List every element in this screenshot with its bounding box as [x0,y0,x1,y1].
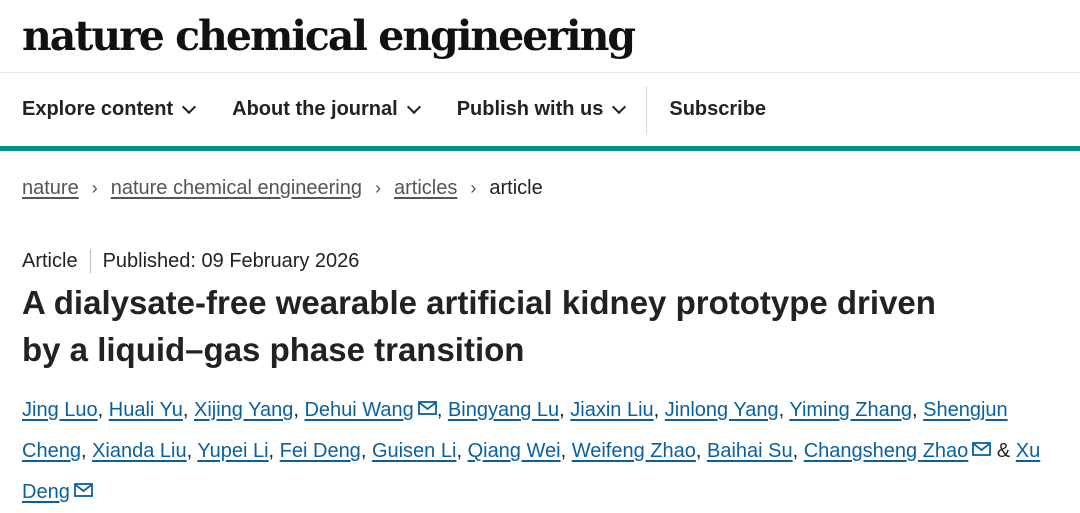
breadcrumb-current: article [489,177,543,199]
author-separator: , [559,399,571,421]
author-separator: , [268,440,280,462]
author-link[interactable]: Yupei Li [197,440,268,462]
author-separator: , [456,440,468,462]
author-separator: , [695,440,707,462]
author-link[interactable]: Fei Deng [280,440,361,462]
breadcrumb-nature[interactable]: nature [22,177,79,200]
author-link[interactable]: Weifeng Zhao [572,440,696,462]
nav-divider [646,85,648,134]
published-date: Published: 09 February 2026 [102,249,360,272]
author-separator: , [80,440,93,462]
author-link[interactable]: Huali Yu [109,399,183,421]
breadcrumb-articles[interactable]: articles [394,177,457,200]
author-list: Jing Luo, Huali Yu, Xijing Yang, Dehui W… [22,390,1062,513]
author-link[interactable]: Jinlong Yang [665,399,779,421]
meta-divider [89,249,91,273]
author-link[interactable]: Dehui Wang [304,399,413,421]
author-separator: , [360,440,372,462]
nav-about-journal[interactable]: About the journal [232,98,421,121]
masthead: nature chemical engineering [0,0,1080,73]
chevron-right-icon: › [470,178,477,198]
article-title: A dialysate-free wearable artificial kid… [22,284,936,368]
author-link[interactable]: Guisen Li [372,440,457,462]
chevron-down-icon [612,99,627,115]
article-type: Article [22,249,78,272]
chevron-down-icon [406,99,421,115]
author-link[interactable]: Qiang Wei [468,440,561,462]
article-meta: Article Published: 09 February 2026 [22,249,359,273]
author-link[interactable]: Jiaxin Liu [570,399,653,421]
author-link[interactable]: Xijing Yang [194,399,293,421]
journal-logo[interactable]: nature chemical engineering [22,8,636,64]
author-link[interactable]: Xianda Liu [92,440,187,462]
main-nav: Explore content About the journal Publis… [0,73,1080,151]
author-separator: , [293,399,305,421]
author-separator: , [560,440,572,462]
author-separator: , [792,440,804,462]
nav-explore-content[interactable]: Explore content [22,98,197,121]
nav-label: Publish with us [456,98,604,120]
chevron-down-icon [182,99,197,115]
author-link[interactable]: Bingyang Lu [448,399,559,421]
breadcrumb-journal[interactable]: nature chemical engineering [111,177,362,200]
author-separator: , [97,399,109,421]
mail-icon[interactable] [417,401,437,415]
author-separator: , [186,440,198,462]
author-separator: , [653,399,665,421]
author-separator: , [436,399,448,421]
author-separator: , [912,399,924,421]
author-separator: , [778,399,790,421]
chevron-right-icon: › [91,178,98,198]
nav-label: Explore content [22,98,174,120]
breadcrumb: nature › nature chemical engineering › a… [22,177,543,200]
author-separator: , [182,399,195,421]
author-link[interactable]: Yiming Zhang [789,399,912,421]
author-link[interactable]: Jing Luo [22,399,98,421]
author-link[interactable]: Baihai Su [707,440,793,462]
chevron-right-icon: › [375,178,381,198]
mail-icon[interactable] [73,483,93,497]
mail-icon[interactable] [972,442,992,456]
subscribe-link[interactable]: Subscribe [669,98,766,121]
author-link[interactable]: Changsheng Zhao [804,440,969,462]
nav-publish-with-us[interactable]: Publish with us [456,98,627,121]
author-separator: & [991,440,1016,462]
nav-label: About the journal [232,98,398,120]
